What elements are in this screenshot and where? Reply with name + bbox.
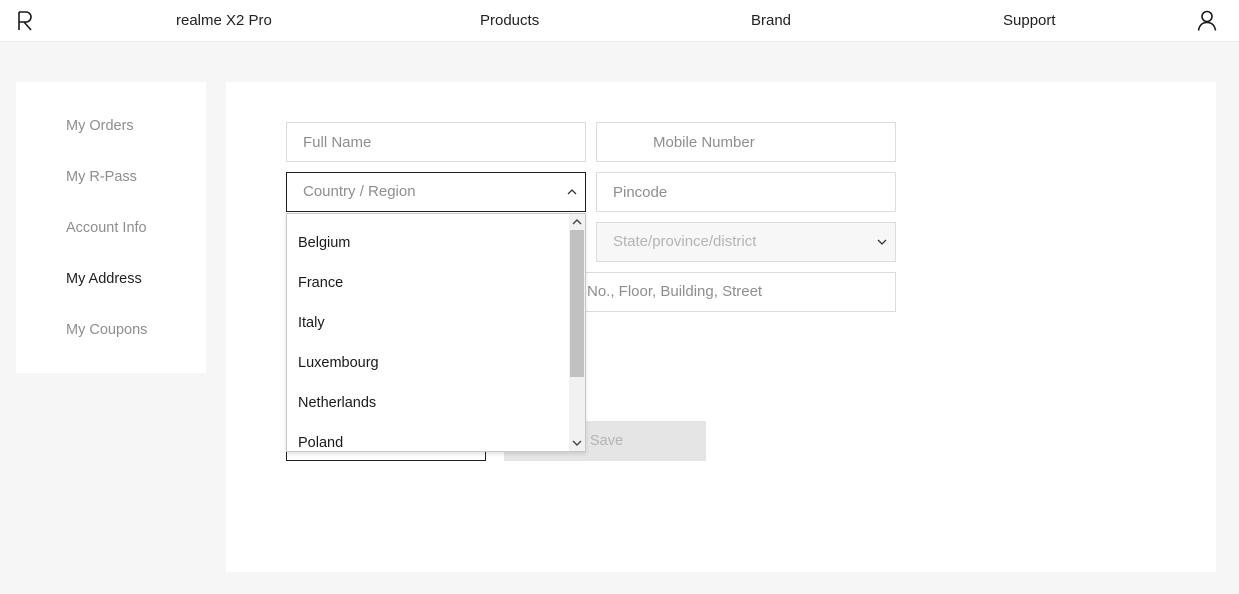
country-option-netherlands[interactable]: Netherlands [298, 395, 376, 411]
realme-logo-icon[interactable] [17, 11, 33, 31]
top-header: realme X2 Pro Products Brand Support [0, 0, 1239, 42]
country-option-france[interactable]: France [298, 275, 343, 291]
chevron-up-icon [567, 189, 577, 195]
mobile-number-input[interactable] [596, 122, 896, 162]
nav-link-support[interactable]: Support [1003, 12, 1056, 29]
user-account-icon[interactable] [1197, 10, 1217, 31]
country-option-luxembourg[interactable]: Luxembourg [298, 355, 379, 371]
nav-link-products[interactable]: Products [480, 12, 539, 29]
country-dropdown-list[interactable]: Belgium France Italy Luxembourg Netherla… [286, 213, 586, 452]
sidebar-item-my-coupons[interactable]: My Coupons [66, 322, 147, 338]
street-address-placeholder: No., Floor, Building, Street [587, 283, 763, 300]
pincode-input[interactable] [596, 172, 896, 212]
nav-link-brand[interactable]: Brand [751, 12, 791, 29]
country-option-italy[interactable]: Italy [298, 315, 325, 331]
scroll-up-arrow-icon[interactable] [572, 218, 582, 225]
country-region-select[interactable]: Country / Region [286, 172, 586, 212]
state-province-placeholder: State/province/district [613, 233, 757, 250]
country-option-poland[interactable]: Poland [298, 435, 343, 451]
sidebar-item-my-r-pass[interactable]: My R-Pass [66, 169, 137, 185]
scroll-down-arrow-icon[interactable] [572, 440, 582, 447]
state-province-select[interactable]: State/province/district [596, 222, 896, 262]
country-option-belgium[interactable]: Belgium [298, 235, 350, 251]
chevron-down-icon [877, 239, 887, 245]
account-sidebar: My Orders My R-Pass Account Info My Addr… [16, 82, 206, 373]
dropdown-scrollbar[interactable] [569, 214, 585, 451]
scrollbar-thumb[interactable] [570, 230, 584, 377]
sidebar-item-my-orders[interactable]: My Orders [66, 118, 134, 134]
full-name-input[interactable] [286, 122, 586, 162]
country-region-placeholder: Country / Region [303, 183, 416, 200]
sidebar-item-my-address[interactable]: My Address [66, 271, 142, 287]
sidebar-item-account-info[interactable]: Account Info [66, 220, 147, 236]
nav-link-realme-x2-pro[interactable]: realme X2 Pro [176, 12, 272, 29]
